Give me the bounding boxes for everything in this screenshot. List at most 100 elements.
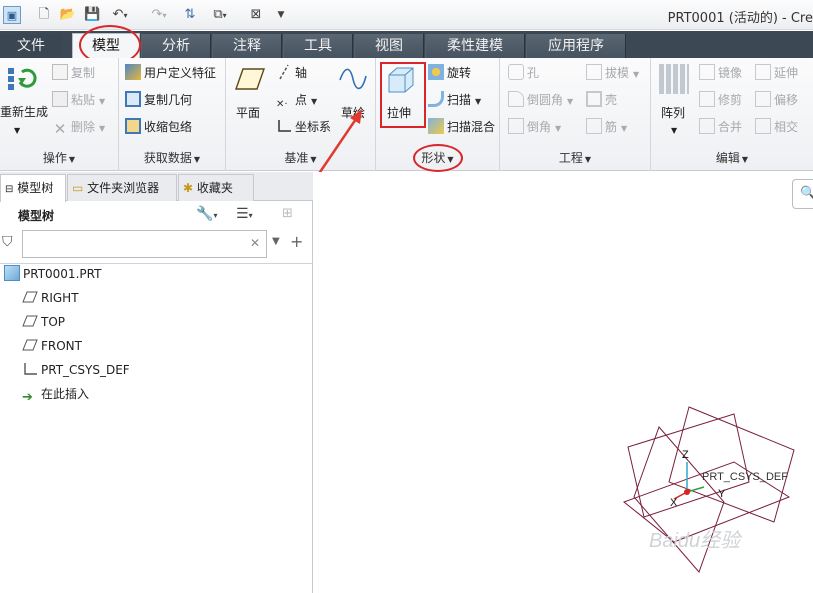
tab-flexible-modeling[interactable]: 柔性建模 [425, 34, 525, 58]
mirror-icon [699, 64, 715, 80]
udf-button[interactable]: 用户定义特征 [125, 62, 216, 84]
mirror-button[interactable]: 镜像 [699, 62, 742, 84]
model-tree-tab-icon: ⊟ [5, 184, 14, 195]
tree-item-part[interactable]: PRT0001.PRT [4, 264, 101, 284]
tab-tools[interactable]: 工具 [283, 34, 353, 58]
rib-button[interactable]: 筋 ▼ [586, 116, 627, 138]
new-file-icon[interactable]: 🗋 [36, 6, 52, 24]
tab-folder-browser[interactable]: ▭ 文件夹浏览器 [67, 174, 177, 201]
regenerate-dropdown[interactable]: ▼ [14, 120, 20, 142]
chamfer-button[interactable]: 倒角 ▼ [508, 116, 561, 138]
datum-plane-icon [22, 313, 38, 329]
shrinkwrap-icon [125, 118, 141, 134]
pattern-dropdown[interactable]: ▼ [671, 120, 677, 142]
group-label-get-data[interactable]: 获取数据 ▼ [119, 148, 225, 168]
close-window-icon[interactable]: ⊠ [248, 6, 264, 24]
clear-filter-icon[interactable]: ✕ [250, 236, 260, 250]
copy-geometry-button[interactable]: 复制几何 [125, 89, 192, 111]
pattern-large-icon [659, 64, 689, 94]
open-folder-icon[interactable]: 📂 [59, 6, 77, 24]
tab-view[interactable]: 视图 [354, 34, 424, 58]
filter-icon: ⛉ [2, 234, 13, 250]
extend-button[interactable]: 延伸 [755, 62, 798, 84]
hole-icon [508, 64, 524, 80]
shell-icon [586, 91, 602, 107]
customize-toolbar-icon[interactable]: ▼ [274, 6, 288, 24]
group-operations: 重新生成 ▼ 复制 粘贴 ▼ ✕ 删除 ▼ 操作 ▼ [0, 58, 119, 171]
tree-item-right[interactable]: RIGHT [22, 288, 79, 308]
save-icon[interactable]: 💾 [84, 6, 100, 24]
tree-settings-icon[interactable]: 🔧▾ [196, 206, 217, 222]
window-title: PRT0001 (活动的) - Cre [667, 11, 813, 26]
axis-x-label: X [670, 497, 678, 509]
merge-button[interactable]: 合并 [699, 116, 742, 138]
plane-large-icon [234, 66, 266, 92]
axis-button[interactable]: 轴 [276, 62, 307, 84]
regenerate-large-icon [4, 64, 38, 94]
app-icon: ▣ [3, 6, 21, 24]
point-icon: ✕· [276, 99, 288, 110]
tab-file[interactable]: 文件 [0, 34, 62, 58]
copy-icon [52, 64, 68, 80]
regenerate-button[interactable]: 重新生成 [0, 101, 48, 123]
watermark-text: Baidu经验 [649, 530, 743, 552]
trim-icon [699, 91, 715, 107]
tab-favorites[interactable]: ✱ 收藏夹 [178, 174, 254, 201]
group-label-operations[interactable]: 操作 ▼ [0, 148, 118, 168]
tab-model-tree[interactable]: ⊟ 模型树 [0, 174, 66, 202]
round-button[interactable]: 倒圆角 ▼ [508, 89, 573, 111]
tree-filter-input[interactable]: ✕ [22, 230, 267, 258]
tab-annotate[interactable]: 注释 [212, 34, 282, 58]
group-label-editing[interactable]: 编辑 ▼ [651, 148, 813, 168]
graphics-viewport[interactable]: Z X Y PRT_CSYS_DEF Baidu经验 [314, 172, 813, 593]
hole-button[interactable]: 孔 [508, 62, 539, 84]
group-get-data: 用户定义特征 复制几何 收缩包络 获取数据 ▼ [119, 58, 226, 171]
highlight-ring-shapes-group [413, 144, 463, 172]
copy-button[interactable]: 复制 [52, 62, 95, 84]
paste-button[interactable]: 粘贴 ▼ [52, 89, 105, 111]
tree-item-top[interactable]: TOP [22, 312, 65, 332]
delete-button[interactable]: ✕ 删除 ▼ [52, 116, 105, 138]
regenerate-icon[interactable]: ⇅ [182, 6, 198, 24]
revolve-icon [428, 64, 444, 80]
insert-arrow-icon: ➔ [22, 390, 33, 405]
copy-geometry-icon [125, 91, 141, 107]
tab-analysis[interactable]: 分析 [141, 34, 211, 58]
tree-show-icon[interactable]: ☰▾ [236, 206, 253, 222]
panel-tabs: ⊟ 模型树 ▭ 文件夹浏览器 ✱ 收藏夹 [0, 172, 313, 202]
tree-item-insert-here[interactable]: ➔ 在此插入 [22, 384, 89, 405]
draft-button[interactable]: 拔模 ▼ [586, 62, 639, 84]
copy-label: 复制 [71, 66, 96, 80]
csys-label: PRT_CSYS_DEF [702, 471, 788, 483]
tree-item-front[interactable]: FRONT [22, 336, 82, 356]
axis-y-label: Y [718, 488, 726, 500]
sweep-button[interactable]: 扫描 ▼ [428, 89, 481, 111]
highlight-box-extrude [380, 62, 426, 128]
tab-applications[interactable]: 应用程序 [526, 34, 626, 58]
tree-item-csys[interactable]: PRT_CSYS_DEF [22, 360, 130, 380]
view-zoom-icon[interactable]: 🔍 [792, 179, 813, 209]
title-bar: ▣ 🗋 📂 💾 ↶▾ ↷▾ ⇅ ⧉▾ ⊠ ▼ PRT0001 (活动的) - C… [0, 0, 813, 30]
add-filter-icon[interactable]: + [290, 232, 303, 251]
sketch-large-icon [338, 66, 368, 92]
windows-icon[interactable]: ⧉▾ [206, 6, 234, 24]
part-icon [4, 265, 20, 281]
group-label-engineering[interactable]: 工程 ▼ [500, 148, 650, 168]
shrinkwrap-button[interactable]: 收缩包络 [125, 116, 192, 138]
undo-icon[interactable]: ↶▾ [107, 6, 133, 24]
plane-button[interactable]: 平面 [236, 102, 260, 124]
swept-blend-button[interactable]: 扫描混合 [428, 116, 495, 138]
shell-button[interactable]: 壳 [586, 89, 617, 111]
sweep-icon [428, 91, 444, 107]
tree-columns-icon[interactable]: ⊞ [282, 206, 293, 221]
round-icon [508, 91, 524, 107]
swept-blend-icon [428, 118, 444, 134]
axis-z-label: Z [682, 449, 689, 461]
extend-icon [755, 64, 771, 80]
redo-icon[interactable]: ↷▾ [146, 6, 172, 24]
revolve-button[interactable]: 旋转 [428, 62, 471, 84]
offset-button[interactable]: 偏移 [755, 89, 798, 111]
filter-dropdown-icon[interactable]: ▼ [272, 236, 280, 247]
intersect-button[interactable]: 相交 [755, 116, 798, 138]
trim-button[interactable]: 修剪 [699, 89, 742, 111]
